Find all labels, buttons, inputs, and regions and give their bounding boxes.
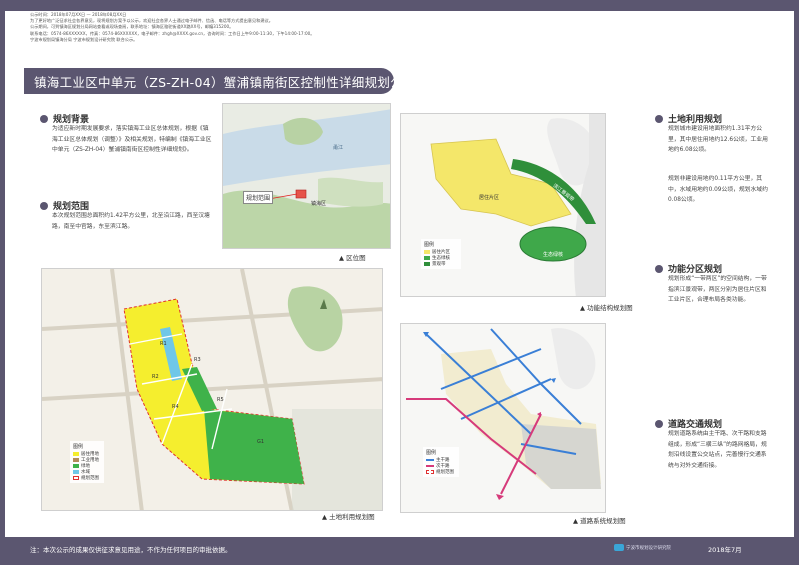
footer-org: 宁波市规划设计研究院 bbox=[626, 546, 671, 551]
function-zone-b-label: 生态绿核 bbox=[543, 252, 564, 258]
legend-swatch bbox=[73, 452, 79, 456]
parcel-label: R5 bbox=[217, 397, 224, 403]
legend-swatch bbox=[426, 470, 434, 474]
legend-label: 规划范围 bbox=[81, 476, 99, 481]
section-function-text: 规划形成“一带两区”的空间结构，一带指滨江景观带，两区分别为居住片区和工业片区，… bbox=[668, 276, 767, 304]
legend-swatch bbox=[424, 250, 430, 254]
section-landuse-text-2: 规划非建设用地约0.11平方公里，其中，水域用地约0.09公顷，规划水域约0.0… bbox=[668, 176, 768, 204]
function-map: 居住片区 生态绿核 滨江景观带 图例 居住片区 生态绿核 景观带 bbox=[400, 113, 606, 297]
landuse-legend: 图例 居住用地 工业用地 绿地 水域 规划范围 bbox=[70, 441, 104, 483]
legend-swatch bbox=[73, 470, 79, 474]
function-map-caption: ▲ 功能结构规划图 bbox=[580, 304, 633, 312]
title-bar: 镇海工业区中单元（ZS-ZH-04）蟹浦镇南街区控制性详细规划公示 bbox=[24, 68, 415, 94]
bullet-dot-icon bbox=[40, 114, 48, 123]
notice-block: 公示时间：2018年07月XX日 — 2018年08月XX日 为了更好地广泛征求… bbox=[30, 12, 510, 43]
roads-map: 图例 主干路 次干路 规划范围 bbox=[400, 323, 606, 513]
roads-legend: 图例 主干路 次干路 规划范围 bbox=[423, 447, 459, 477]
bullet-dot-icon bbox=[655, 264, 663, 273]
parcel-label: R3 bbox=[194, 357, 201, 363]
legend-item: 景观带 bbox=[424, 261, 458, 267]
location-river-label: 甬江 bbox=[333, 145, 344, 151]
footer-date: 2018年7月 bbox=[708, 546, 742, 554]
frame-left bbox=[0, 0, 5, 565]
notice-line: 宁波市规划局镇海分局 宁波市规划设计研究院 联合公示。 bbox=[30, 36, 138, 42]
legend-label: 规划范围 bbox=[436, 470, 454, 475]
legend-swatch bbox=[426, 465, 434, 467]
legend-swatch bbox=[424, 262, 430, 266]
legend-item: 规划范围 bbox=[73, 475, 101, 481]
roads-map-graphic bbox=[401, 324, 605, 512]
legend-swatch bbox=[73, 458, 79, 462]
legend-swatch bbox=[73, 476, 79, 480]
frame-right bbox=[794, 0, 799, 565]
legend-swatch bbox=[424, 256, 430, 260]
page-title: 镇海工业区中单元（ZS-ZH-04）蟹浦镇南街区控制性详细规划公示 bbox=[34, 74, 416, 90]
legend-title: 图例 bbox=[73, 444, 84, 450]
function-zone-a-label: 居住片区 bbox=[479, 195, 500, 201]
section-background-text: 为适应新时期发展要求，落实镇海工业区总体规划，根据《镇海工业区总体规划（调整）》… bbox=[52, 126, 212, 154]
section-scope-text: 本次规划范围总面积约1.42平方公里，北至沿江路，西至汉塘路，南至中官路，东至滨… bbox=[52, 213, 210, 230]
parcel-label: G1 bbox=[257, 439, 265, 445]
legend-swatch bbox=[426, 459, 434, 461]
legend-title: 图例 bbox=[426, 450, 437, 456]
bullet-dot-icon bbox=[655, 419, 663, 428]
parcel-label: R1 bbox=[160, 341, 167, 347]
landuse-map-caption: ▲ 土地利用规划图 bbox=[322, 513, 375, 521]
legend-swatch bbox=[73, 464, 79, 468]
location-map: 规划范围 镇海区 甬江 bbox=[222, 103, 391, 249]
logo-icon bbox=[614, 544, 624, 551]
parcel-label: R4 bbox=[172, 404, 179, 410]
frame-top bbox=[0, 0, 799, 11]
location-site-label: 规划范围 bbox=[243, 191, 274, 204]
function-map-graphic bbox=[401, 114, 605, 296]
bullet-dot-icon bbox=[40, 201, 48, 210]
legend-label: 景观带 bbox=[432, 262, 446, 267]
legend-title: 图例 bbox=[424, 242, 435, 248]
landuse-map: 图例 居住用地 工业用地 绿地 水域 规划范围 R1 R2 R3 R4 R5 G… bbox=[41, 268, 383, 511]
parcel-label: R2 bbox=[152, 374, 159, 380]
footer-note: 注：本次公示的成果仅供征求意见用途，不作为任何项目的审批依据。 bbox=[30, 546, 232, 554]
location-map-graphic bbox=[223, 104, 390, 248]
roads-map-caption: ▲ 道路系统规划图 bbox=[573, 517, 626, 525]
function-legend: 图例 居住片区 生态绿核 景观带 bbox=[421, 239, 461, 269]
location-map-caption: ▲ 区位图 bbox=[339, 254, 366, 262]
bullet-dot-icon bbox=[655, 114, 663, 123]
location-district-label: 镇海区 bbox=[311, 201, 327, 207]
legend-item: 规划范围 bbox=[426, 469, 456, 475]
section-traffic-text: 规划道路系统由主干路、次干路和支路组成，形成“三横三纵”的路网格局，规划沿线设置… bbox=[668, 431, 767, 469]
section-landuse-text-1: 规划城市建设用地面积约1.31平方公里，其中居住用地约12.6公顷，工业用地约6… bbox=[668, 126, 768, 154]
